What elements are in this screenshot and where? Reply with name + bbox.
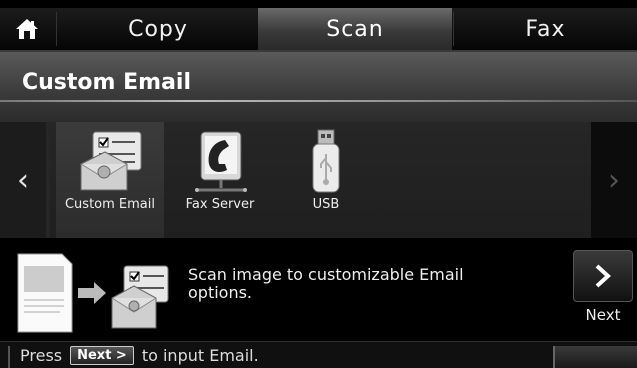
chevron-right-icon: [595, 264, 611, 288]
status-divider: [8, 346, 10, 368]
scan-destination-carousel: ‹ Custom Email Fax Server USB ›: [0, 122, 637, 238]
status-indicator: [553, 346, 637, 368]
carousel-item-usb[interactable]: USB: [272, 122, 380, 238]
carousel-item-label: Custom Email: [64, 197, 155, 212]
description-panel: Scan image to customizable Email options…: [0, 238, 637, 341]
tab-fax[interactable]: Fax: [454, 8, 637, 50]
title-bar: Custom Email: [0, 52, 637, 122]
scan-to-email-illustration: [17, 253, 169, 333]
tab-label: Scan: [326, 16, 384, 42]
tab-label: Fax: [525, 16, 566, 42]
inline-next-badge: Next >: [70, 346, 134, 365]
carousel-item-custom-email[interactable]: Custom Email: [56, 122, 164, 238]
carousel-item-label: Fax Server: [185, 197, 255, 212]
status-message: Press Next > to input Email.: [20, 346, 259, 365]
chevron-right-icon: ›: [608, 162, 620, 198]
status-prefix: Press: [20, 346, 63, 365]
tab-scan[interactable]: Scan: [258, 8, 452, 50]
home-icon: [16, 19, 38, 39]
home-button[interactable]: [8, 12, 46, 46]
carousel-item-fax-server[interactable]: Fax Server: [166, 122, 274, 238]
chevron-left-icon: ‹: [17, 162, 29, 198]
carousel-next-button[interactable]: ›: [591, 122, 637, 238]
description-text: Scan image to customizable Email options…: [188, 265, 464, 302]
next-button[interactable]: [573, 250, 633, 302]
title-divider: [0, 100, 637, 102]
status-bar: Press Next > to input Email.: [0, 341, 637, 368]
custom-email-icon: [80, 131, 142, 191]
carousel-prev-button[interactable]: ‹: [0, 122, 46, 238]
tab-divider: [56, 12, 57, 46]
top-tab-bar: Copy Scan Fax: [0, 8, 637, 52]
page-title: Custom Email: [22, 70, 191, 95]
tab-copy[interactable]: Copy: [60, 8, 256, 50]
tab-label: Copy: [128, 16, 188, 42]
status-suffix: to input Email.: [141, 346, 259, 365]
carousel-item-label: USB: [312, 197, 340, 212]
usb-icon: [312, 129, 340, 193]
fax-server-icon: [195, 131, 247, 192]
next-button-label: Next: [585, 306, 621, 324]
